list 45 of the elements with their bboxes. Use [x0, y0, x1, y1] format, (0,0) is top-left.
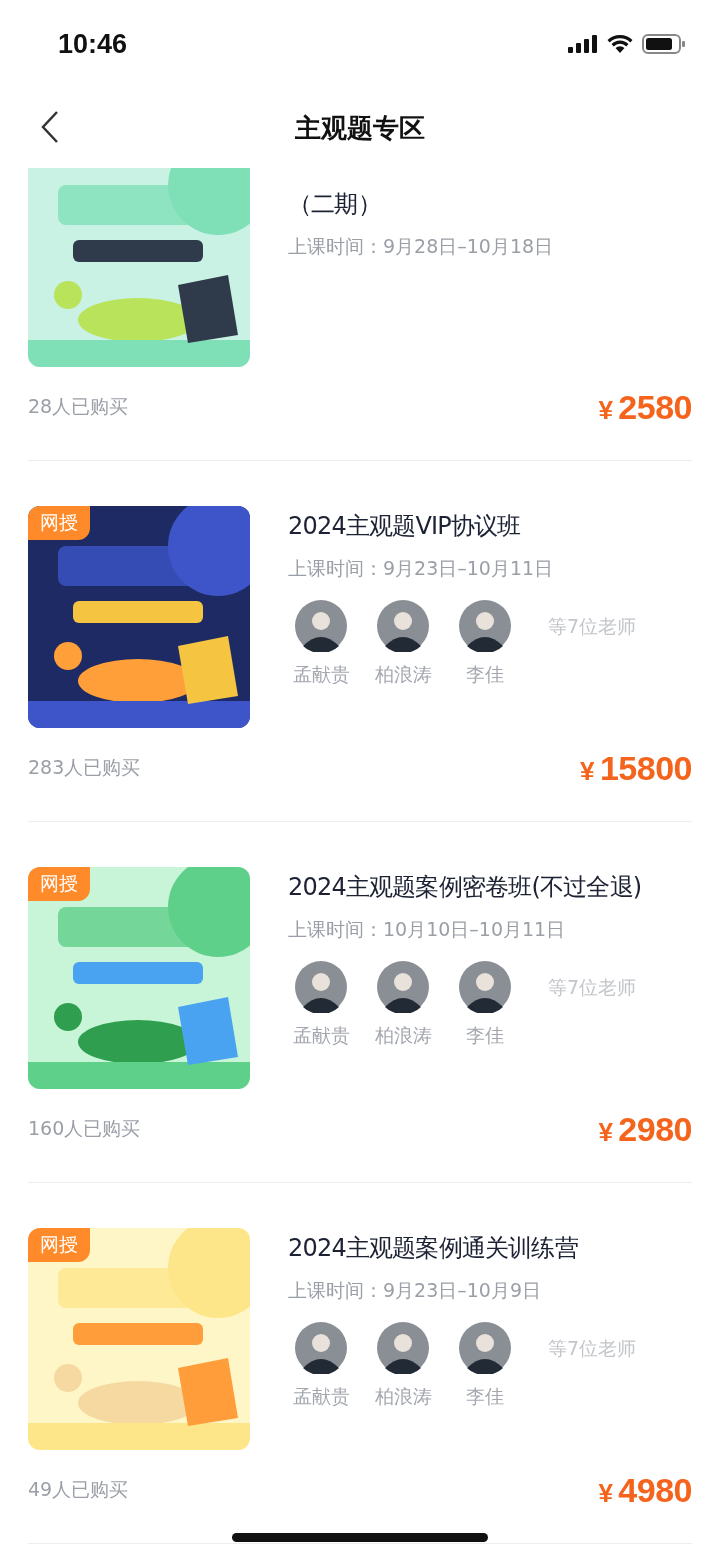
online-badge: 网授 [28, 867, 90, 901]
course-price: ¥ 2980 [598, 1109, 692, 1149]
teacher-avatar [459, 1322, 511, 1374]
teacher-avatar [295, 1322, 347, 1374]
signal-icon [568, 35, 598, 53]
teacher-name: 孟献贵 [292, 1384, 350, 1409]
more-teachers: 等7位老师 [548, 1336, 637, 1361]
teacher-avatar [295, 961, 347, 1013]
teacher-name: 柏浪涛 [374, 1023, 432, 1048]
teacher-name: 李佳 [466, 1384, 504, 1409]
class-schedule: 上课时间：9月23日–10月11日 [288, 556, 555, 581]
teacher-name: 李佳 [466, 662, 504, 687]
teacher-avatar [377, 600, 429, 652]
course-price: ¥ 2580 [598, 387, 692, 427]
status-time: 10:46 [58, 28, 128, 60]
class-schedule: 上课时间：9月28日–10月18日 [288, 234, 554, 259]
teacher-name: 柏浪涛 [374, 662, 432, 687]
purchase-count: 283人已购买 [28, 755, 141, 780]
teacher-avatar [377, 961, 429, 1013]
class-schedule: 上课时间：10月10日–10月11日 [288, 917, 567, 942]
purchase-count: 28人已购买 [28, 394, 129, 419]
course-price: ¥ 4980 [598, 1470, 692, 1510]
wifi-icon [606, 34, 634, 54]
teacher-name: 柏浪涛 [374, 1384, 432, 1409]
teacher-name: 孟献贵 [292, 1023, 350, 1048]
course-title[interactable]: 2024主观题案例密卷班(不过全退) [288, 871, 642, 903]
more-teachers: 等7位老师 [548, 614, 637, 639]
teacher-name: 李佳 [466, 1023, 504, 1048]
course-price: ¥ 15800 [580, 748, 692, 788]
online-badge: 网授 [28, 506, 90, 540]
online-badge: 网授 [28, 1228, 90, 1262]
class-schedule: 上课时间：9月23日–10月9日 [288, 1278, 543, 1303]
purchase-count: 49人已购买 [28, 1477, 129, 1502]
purchase-count: 160人已购买 [28, 1116, 141, 1141]
teacher-avatar [459, 961, 511, 1013]
teacher-avatar [377, 1322, 429, 1374]
teacher-avatar [295, 600, 347, 652]
teacher-avatar [459, 600, 511, 652]
page-title: 主观题专区 [295, 111, 425, 145]
more-teachers: 等7位老师 [548, 975, 637, 1000]
course-title[interactable]: 2024主观题案例通关训练营 [288, 1232, 637, 1264]
course-title[interactable]: 2024主观题VIP协议班 [288, 510, 637, 542]
course-title[interactable]: （二期） [288, 188, 554, 220]
teacher-name: 孟献贵 [292, 662, 350, 687]
battery-icon [642, 34, 686, 54]
